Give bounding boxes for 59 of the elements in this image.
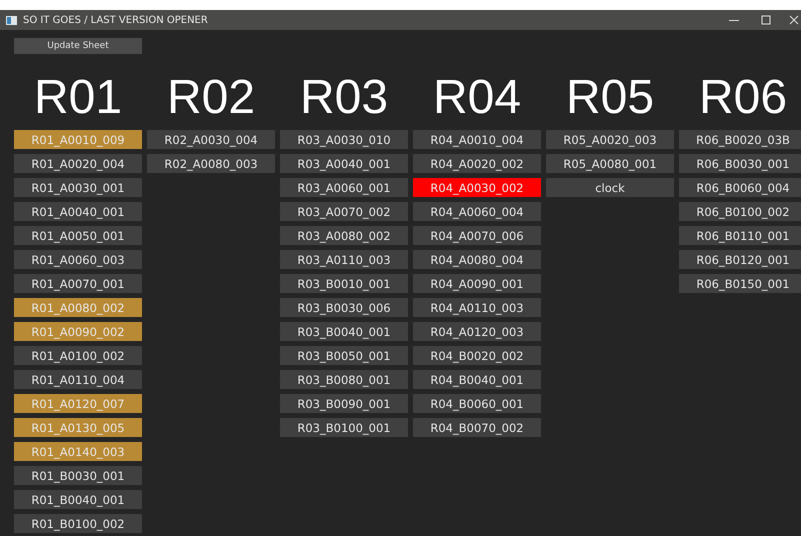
file-button[interactable]: R03_B0050_001 <box>280 346 408 365</box>
file-button[interactable]: R01_A0020_004 <box>14 154 142 173</box>
column-header: R03 <box>300 70 388 126</box>
file-button[interactable]: R04_A0060_004 <box>413 202 541 221</box>
file-button[interactable]: R03_A0030_010 <box>280 130 408 149</box>
window-icon <box>6 16 17 24</box>
file-button[interactable]: R04_A0070_006 <box>413 226 541 245</box>
file-button[interactable]: R03_B0040_001 <box>280 322 408 341</box>
file-button[interactable]: R03_B0010_001 <box>280 274 408 293</box>
file-button[interactable]: R02_A0080_003 <box>147 154 275 173</box>
file-button[interactable]: R03_B0030_006 <box>280 298 408 317</box>
file-button[interactable]: R01_B0030_001 <box>14 466 142 485</box>
file-button[interactable]: R05_A0080_001 <box>546 154 674 173</box>
file-button[interactable]: R03_A0110_003 <box>280 250 408 269</box>
file-button[interactable]: R06_B0020_03B <box>679 130 801 149</box>
file-button[interactable]: R01_A0110_004 <box>14 370 142 389</box>
file-button[interactable]: R01_A0050_001 <box>14 226 142 245</box>
column-header: R05 <box>566 70 654 126</box>
file-button[interactable]: R03_B0090_001 <box>280 394 408 413</box>
file-button[interactable]: R04_A0120_003 <box>413 322 541 341</box>
file-button[interactable]: R03_A0080_002 <box>280 226 408 245</box>
file-button[interactable]: R01_A0060_003 <box>14 250 142 269</box>
file-button[interactable]: R06_B0030_001 <box>679 154 801 173</box>
file-button[interactable]: R04_B0070_002 <box>413 418 541 437</box>
file-button[interactable]: R06_B0060_004 <box>679 178 801 197</box>
file-button[interactable]: R04_B0020_002 <box>413 346 541 365</box>
file-button[interactable]: R02_A0030_004 <box>147 130 275 149</box>
file-button[interactable]: R01_A0100_002 <box>14 346 142 365</box>
file-button[interactable]: R01_A0030_001 <box>14 178 142 197</box>
file-button[interactable]: R06_B0110_001 <box>679 226 801 245</box>
file-button[interactable]: R05_A0020_003 <box>546 130 674 149</box>
file-button[interactable]: R06_B0150_001 <box>679 274 801 293</box>
close-icon[interactable] <box>787 13 801 27</box>
column-header: R06 <box>698 70 788 126</box>
column-header: R04 <box>432 70 522 126</box>
file-button[interactable]: R01_B0040_001 <box>14 490 142 509</box>
file-button[interactable]: R03_A0060_001 <box>280 178 408 197</box>
maximize-icon[interactable] <box>759 13 773 27</box>
column-header: R01 <box>34 70 122 126</box>
file-button[interactable]: R03_A0040_001 <box>280 154 408 173</box>
file-button[interactable]: R04_B0060_001 <box>413 394 541 413</box>
file-button[interactable]: R06_B0120_001 <box>679 250 801 269</box>
update-sheet-button[interactable]: Update Sheet <box>14 38 142 54</box>
file-button[interactable]: R03_A0070_002 <box>280 202 408 221</box>
file-button[interactable]: R03_B0080_001 <box>280 370 408 389</box>
column-header: R02 <box>166 70 256 126</box>
file-button[interactable]: R01_A0070_001 <box>14 274 142 293</box>
window-title: SO IT GOES / LAST VERSION OPENER <box>23 14 209 26</box>
file-button[interactable]: R01_A0040_001 <box>14 202 142 221</box>
file-button[interactable]: R04_A0090_001 <box>413 274 541 293</box>
file-button[interactable]: R06_B0100_002 <box>679 202 801 221</box>
file-button[interactable]: R04_A0010_004 <box>413 130 541 149</box>
file-button[interactable]: R03_B0100_001 <box>280 418 408 437</box>
file-button[interactable]: R04_B0040_001 <box>413 370 541 389</box>
file-button[interactable]: clock <box>546 178 674 197</box>
file-button[interactable]: R04_A0080_004 <box>413 250 541 269</box>
file-button[interactable]: R01_B0100_002 <box>14 514 142 533</box>
file-button[interactable]: R04_A0110_003 <box>413 298 541 317</box>
file-button[interactable]: R04_A0020_002 <box>413 154 541 173</box>
